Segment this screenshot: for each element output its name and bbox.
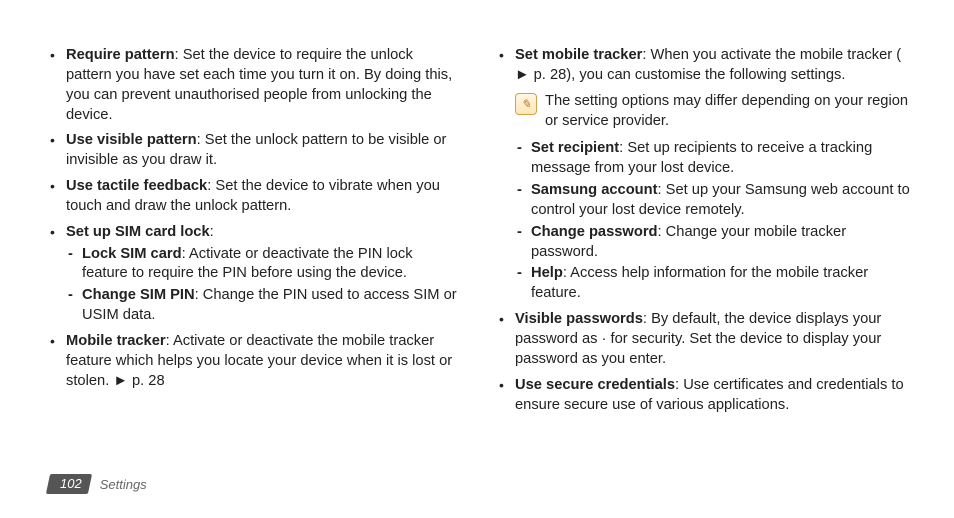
term: Require pattern (66, 47, 175, 63)
item-require-pattern: Require pattern: Set the device to requi… (48, 46, 461, 125)
item-use-secure-credentials: Use secure credentials: Use certificates… (497, 376, 910, 416)
note: ✎ The setting options may differ dependi… (515, 92, 910, 132)
term: Help (531, 265, 563, 281)
page-number: 102 (60, 474, 82, 494)
term: Set up SIM card lock (66, 224, 210, 240)
subitem-help: Help: Access help information for the mo… (515, 264, 910, 304)
item-mobile-tracker: Mobile tracker: Activate or deactivate t… (48, 332, 461, 392)
term: Set mobile tracker (515, 47, 642, 63)
note-text: The setting options may differ depending… (545, 92, 910, 132)
item-visible-passwords: Visible passwords: By default, the devic… (497, 310, 910, 370)
term: Change SIM PIN (82, 287, 195, 303)
subitem-change-sim-pin: Change SIM PIN: Change the PIN used to a… (66, 286, 461, 326)
term: Use secure credentials (515, 377, 675, 393)
term: Use tactile feedback (66, 178, 207, 194)
right-column: Set mobile tracker: When you activate th… (497, 46, 910, 421)
desc: : Access help information for the mobile… (531, 265, 868, 301)
item-set-mobile-tracker: Set mobile tracker: When you activate th… (497, 46, 910, 304)
tracker-sublist: Set recipient: Set up recipients to rece… (515, 139, 910, 304)
term: Samsung account (531, 182, 658, 198)
item-use-tactile-feedback: Use tactile feedback: Set the device to … (48, 177, 461, 217)
manual-page: Require pattern: Set the device to requi… (0, 0, 954, 518)
left-bullet-list: Require pattern: Set the device to requi… (48, 46, 461, 392)
term: Mobile tracker (66, 333, 166, 349)
note-icon: ✎ (515, 93, 537, 115)
term: Lock SIM card (82, 246, 182, 262)
term: Use visible pattern (66, 132, 197, 148)
two-column-layout: Require pattern: Set the device to requi… (48, 46, 910, 421)
left-column: Require pattern: Set the device to requi… (48, 46, 461, 421)
right-bullet-list: Set mobile tracker: When you activate th… (497, 46, 910, 415)
term: Set recipient (531, 140, 619, 156)
subitem-samsung-account: Samsung account: Set up your Samsung web… (515, 181, 910, 221)
term: Visible passwords (515, 311, 643, 327)
subitem-lock-sim-card: Lock SIM card: Activate or deactivate th… (66, 245, 461, 285)
page-footer: 102 Settings (48, 474, 147, 494)
section-name: Settings (100, 477, 147, 492)
sim-lock-sublist: Lock SIM card: Activate or deactivate th… (66, 245, 461, 326)
item-setup-sim-lock: Set up SIM card lock: Lock SIM card: Act… (48, 223, 461, 326)
item-use-visible-pattern: Use visible pattern: Set the unlock patt… (48, 131, 461, 171)
subitem-change-password: Change password: Change your mobile trac… (515, 223, 910, 263)
page-number-badge: 102 (46, 474, 92, 494)
subitem-set-recipient: Set recipient: Set up recipients to rece… (515, 139, 910, 179)
desc: : (210, 224, 214, 240)
term: Change password (531, 224, 658, 240)
